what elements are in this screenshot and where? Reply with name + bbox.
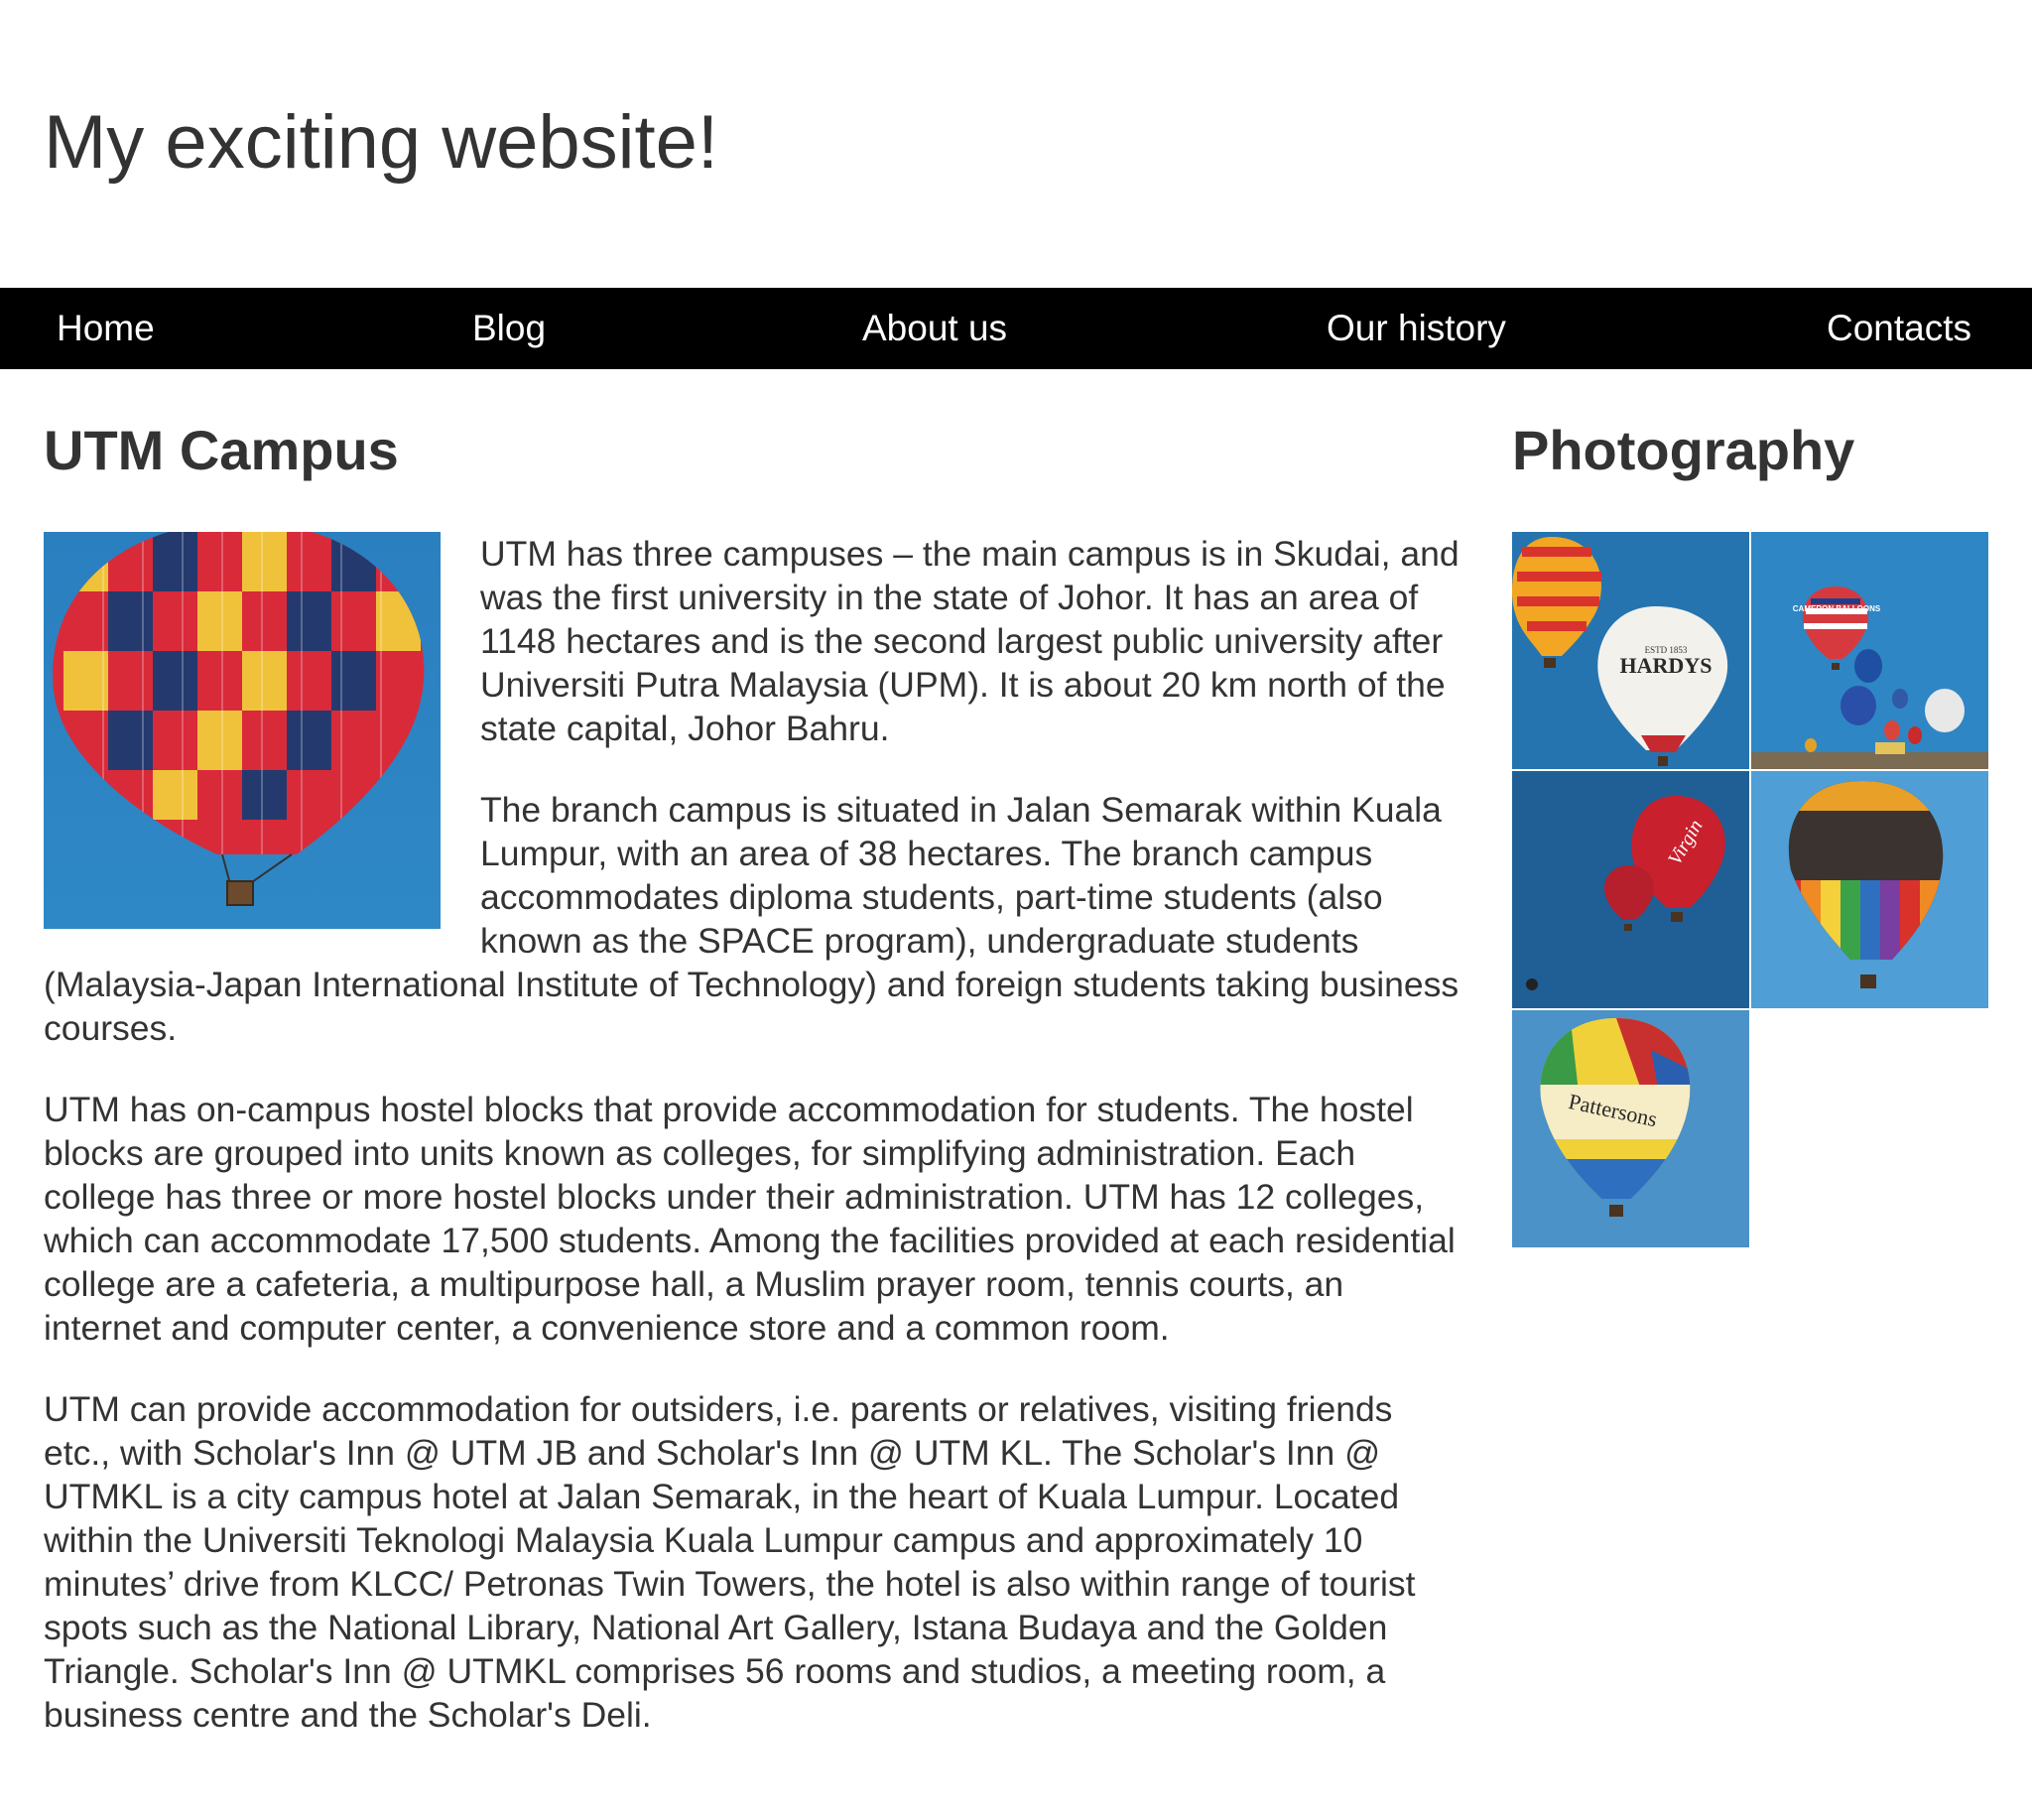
main-nav: Home Blog About us Our history Contacts — [0, 288, 2032, 369]
gallery-photo-pattersons[interactable]: Pattersons — [1512, 1010, 1749, 1247]
nav-item-home[interactable]: Home — [57, 288, 155, 369]
balloon-photo-icon: CAMERON BALLOONS — [1751, 532, 1988, 769]
gallery-photo-rainbow[interactable] — [1751, 771, 1988, 1008]
paragraph-4: UTM can provide accommodation for outsid… — [44, 1389, 1416, 1735]
nav-item-about-us[interactable]: About us — [862, 288, 1007, 369]
sidebar: Photography ESTD 1853 HARDYS CAMERON BAL… — [1512, 411, 1988, 1247]
gallery-photo-hardys[interactable]: ESTD 1853 HARDYS — [1512, 532, 1749, 769]
balloon-photo-icon: Virgin — [1512, 771, 1749, 1008]
balloon-photo-icon: ESTD 1853 HARDYS — [1512, 532, 1749, 769]
svg-text:HARDYS: HARDYS — [1620, 653, 1713, 678]
paragraph-3: UTM has on-campus hostel blocks that pro… — [44, 1090, 1456, 1348]
gallery-photo-festival[interactable]: CAMERON BALLOONS — [1751, 532, 1988, 769]
site-title: My exciting website! — [44, 100, 719, 185]
nav-item-our-history[interactable]: Our history — [1327, 288, 1506, 369]
article-body: UTM has three campuses – the main campus… — [44, 532, 1464, 1737]
photo-gallery: ESTD 1853 HARDYS CAMERON BALLOONS Virgin… — [1512, 532, 1988, 1247]
main-heading: UTM Campus — [44, 419, 399, 481]
main-content: UTM Campus UTM has three campuses – the … — [44, 411, 1464, 1774]
balloon-photo-icon: Pattersons — [1512, 1010, 1749, 1247]
sidebar-heading: Photography — [1512, 419, 1855, 481]
lead-balloon-image — [44, 532, 441, 929]
balloon-photo-icon — [1751, 771, 1988, 1008]
nav-item-contacts[interactable]: Contacts — [1827, 288, 1971, 369]
gallery-photo-virgin[interactable]: Virgin — [1512, 771, 1749, 1008]
nav-item-blog[interactable]: Blog — [472, 288, 546, 369]
svg-text:CAMERON BALLOONS: CAMERON BALLOONS — [1793, 604, 1881, 613]
